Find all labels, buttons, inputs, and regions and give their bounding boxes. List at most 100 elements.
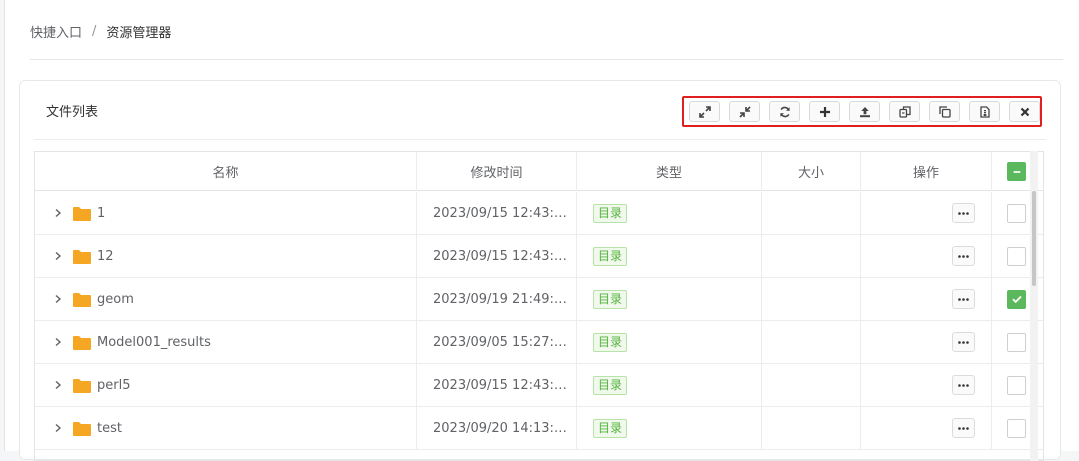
cell-size (762, 192, 861, 234)
file-table: 名称 修改时间 类型 大小 操作 1 2023/09/15 12:43:… 目录 (34, 151, 1044, 461)
more-actions-button[interactable] (952, 332, 975, 352)
cell-modified-time: 2023/09/20 14:13:… (417, 407, 577, 449)
close-button[interactable] (1009, 101, 1040, 122)
folder-icon (73, 335, 91, 350)
cell-name: Model001_results (35, 321, 417, 363)
add-icon (819, 106, 830, 117)
folder-icon (73, 378, 91, 393)
checkmark-icon (1011, 295, 1022, 304)
modified-time: 2023/09/15 12:43:… (433, 377, 567, 393)
breadcrumb-root-link[interactable]: 快捷入口 (30, 22, 82, 41)
column-header-actions: 操作 (861, 152, 992, 191)
table-row[interactable]: test 2023/09/20 14:13:… 目录 (35, 407, 1043, 450)
column-header-type[interactable]: 类型 (577, 152, 762, 191)
cell-size (762, 278, 861, 320)
chevron-right-icon[interactable] (53, 337, 63, 347)
zip-file-icon (979, 105, 990, 118)
table-scrollbar[interactable] (1030, 151, 1038, 461)
chevron-right-icon[interactable] (53, 294, 63, 304)
type-badge: 目录 (593, 246, 628, 266)
ellipsis-icon (958, 383, 969, 387)
table-row[interactable]: geom 2023/09/19 21:49:… 目录 (35, 278, 1043, 321)
chevron-right-icon[interactable] (53, 251, 63, 261)
cell-name: geom (35, 278, 417, 320)
breadcrumb-current: 资源管理器 (106, 25, 172, 41)
cell-name: perl5 (35, 364, 417, 406)
type-badge: 目录 (593, 289, 628, 309)
cell-actions (861, 192, 992, 234)
row-checkbox[interactable] (1007, 375, 1026, 395)
duplicate-button[interactable] (929, 101, 960, 122)
column-header-name[interactable]: 名称 (35, 152, 417, 191)
type-badge: 目录 (593, 203, 628, 223)
cell-actions (861, 407, 992, 449)
copy-icon (898, 105, 911, 118)
row-checkbox[interactable] (1007, 246, 1026, 266)
breadcrumb-divider (30, 59, 1063, 60)
expand-button[interactable] (689, 101, 720, 122)
table-row[interactable]: Model001_results 2023/09/05 15:27:… 目录 (35, 321, 1043, 364)
upload-button[interactable] (849, 101, 880, 122)
folder-icon (73, 206, 91, 221)
cell-type: 目录 (577, 235, 762, 277)
cell-name: 12 (35, 235, 417, 277)
column-header-modified-time[interactable]: 修改时间 (417, 152, 577, 191)
row-checkbox[interactable] (1007, 332, 1026, 352)
breadcrumb: 快捷入口 / 资源管理器 (30, 20, 171, 42)
column-header-size[interactable]: 大小 (762, 152, 861, 191)
cell-actions (861, 321, 992, 363)
cell-modified-time: 2023/09/05 15:27:… (417, 321, 577, 363)
file-name[interactable]: test (97, 421, 122, 436)
collapse-button[interactable] (729, 101, 760, 122)
type-badge: 目录 (593, 332, 628, 352)
cell-type: 目录 (577, 407, 762, 449)
more-actions-button[interactable] (952, 418, 975, 438)
folder-icon (73, 421, 91, 436)
scrollbar-thumb[interactable] (1032, 191, 1036, 286)
row-checkbox[interactable] (1007, 289, 1026, 309)
file-name[interactable]: Model001_results (97, 335, 211, 350)
file-name[interactable]: 12 (97, 249, 114, 264)
more-actions-button[interactable] (952, 203, 975, 223)
close-icon (1020, 107, 1029, 116)
select-all-checkbox[interactable] (1007, 162, 1026, 181)
table-row[interactable]: 1 2023/09/15 12:43:… 目录 (35, 192, 1043, 235)
more-actions-button[interactable] (952, 246, 975, 266)
folder-icon (73, 249, 91, 264)
zip-button[interactable] (969, 101, 1000, 122)
add-button[interactable] (809, 101, 840, 122)
table-row[interactable]: perl5 2023/09/15 12:43:… 目录 (35, 364, 1043, 407)
modified-time: 2023/09/15 12:43:… (433, 248, 567, 264)
chevron-right-icon[interactable] (53, 423, 63, 433)
cell-actions (861, 278, 992, 320)
cell-size (762, 321, 861, 363)
ellipsis-icon (958, 211, 969, 215)
breadcrumb-separator: / (92, 23, 97, 39)
chevron-right-icon[interactable] (53, 208, 63, 218)
folder-icon (73, 292, 91, 307)
row-checkbox[interactable] (1007, 418, 1026, 438)
cell-modified-time: 2023/09/19 21:49:… (417, 278, 577, 320)
cell-modified-time: 2023/09/15 12:43:… (417, 235, 577, 277)
ellipsis-icon (958, 426, 969, 430)
cell-type: 目录 (577, 364, 762, 406)
row-checkbox[interactable] (1007, 203, 1026, 223)
chevron-right-icon[interactable] (53, 380, 63, 390)
refresh-button[interactable] (769, 101, 800, 122)
file-name[interactable]: perl5 (97, 378, 130, 393)
file-name[interactable]: 1 (97, 206, 105, 221)
cell-type: 目录 (577, 321, 762, 363)
cell-name: 1 (35, 192, 417, 234)
table-row[interactable]: 12 2023/09/15 12:43:… 目录 (35, 235, 1043, 278)
more-actions-button[interactable] (952, 375, 975, 395)
more-actions-button[interactable] (952, 289, 975, 309)
cell-type: 目录 (577, 278, 762, 320)
duplicate-icon (938, 105, 951, 118)
main-panel: 快捷入口 / 资源管理器 文件列表 名称 修改时间 类型 大小 操作 1 202… (4, 0, 1079, 461)
modified-time: 2023/09/15 12:43:… (433, 205, 567, 221)
file-name[interactable]: geom (97, 292, 134, 307)
type-badge: 目录 (593, 375, 628, 395)
copy-button[interactable] (889, 101, 920, 122)
cell-name: test (35, 407, 417, 449)
ellipsis-icon (958, 297, 969, 301)
